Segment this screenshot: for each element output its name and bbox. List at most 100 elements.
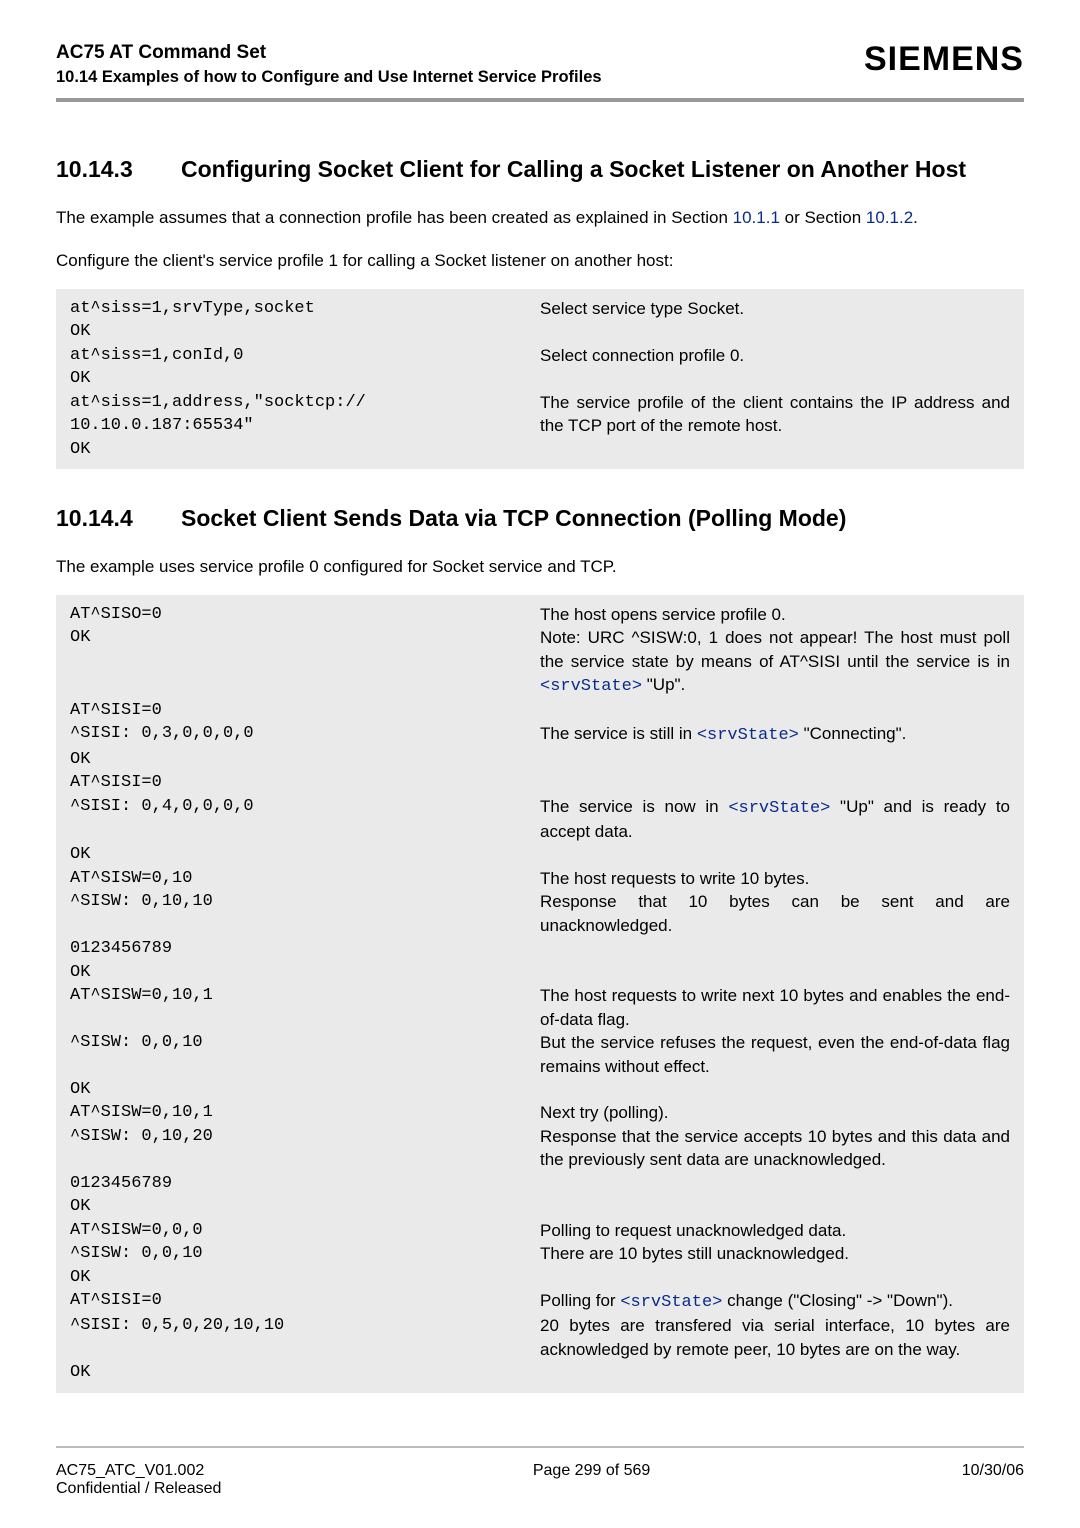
code-left: ^SISW: 0,10,20 <box>70 1125 540 1148</box>
header-left: AC75 AT Command Set 10.14 Examples of ho… <box>56 40 602 88</box>
code-row: OK <box>70 961 1010 984</box>
code-row: AT^SISI=0 <box>70 699 1010 722</box>
code-left: 0123456789 <box>70 937 540 960</box>
code-left: OK <box>70 1266 540 1289</box>
code-left: AT^SISW=0,10,1 <box>70 984 540 1007</box>
code-row: AT^SISW=0,0,0Polling to request unacknow… <box>70 1219 1010 1242</box>
code-left: at^siss=1,address,"socktcp:// 10.10.0.18… <box>70 391 540 438</box>
srvstate-param[interactable]: <srvState> <box>697 726 799 745</box>
srvstate-param[interactable]: <srvState> <box>728 799 830 818</box>
code-row: 0123456789 <box>70 1172 1010 1195</box>
code-left: ^SISI: 0,4,0,0,0,0 <box>70 795 540 818</box>
section-heading-10-14-4: 10.14.4 Socket Client Sends Data via TCP… <box>56 505 1024 532</box>
code-left: OK <box>70 1195 540 1218</box>
code-left: OK <box>70 748 540 771</box>
code-block-1: at^siss=1,srvType,socket Select service … <box>56 289 1024 469</box>
page-footer: AC75_ATC_V01.002 Confidential / Released… <box>56 1426 1024 1498</box>
code-comment: There are 10 bytes still unacknowledged. <box>540 1242 1010 1265</box>
footer-left-block: AC75_ATC_V01.002 Confidential / Released <box>56 1462 221 1498</box>
section-heading-10-14-3: 10.14.3 Configuring Socket Client for Ca… <box>56 156 1024 183</box>
brand-logo: SIEMENS <box>864 40 1024 79</box>
text: or Section <box>780 208 866 227</box>
section2-para1: The example uses service profile 0 confi… <box>56 556 1024 579</box>
link-10-1-2[interactable]: 10.1.2 <box>866 208 913 227</box>
code-comment: The service is now in <srvState> "Up" an… <box>540 795 1010 844</box>
code-left: 0123456789 <box>70 1172 540 1195</box>
footer-rule <box>56 1446 1024 1448</box>
code-left: ^SISW: 0,0,10 <box>70 1242 540 1265</box>
code-row: ^SISW: 0,0,10But the service refuses the… <box>70 1031 1010 1078</box>
code-row: ^SISI: 0,4,0,0,0,0The service is now in … <box>70 795 1010 844</box>
footer-date: 10/30/06 <box>962 1462 1024 1498</box>
code-left: AT^SISI=0 <box>70 771 540 794</box>
code-row: ^SISW: 0,10,10Response that 10 bytes can… <box>70 890 1010 937</box>
code-row: OKNote: URC ^SISW:0, 1 does not appear! … <box>70 626 1010 698</box>
code-left: AT^SISO=0 <box>70 603 540 626</box>
code-row: OK <box>70 320 1010 343</box>
code-comment: Response that the service accepts 10 byt… <box>540 1125 1010 1172</box>
code-comment: The host opens service profile 0. <box>540 603 1010 626</box>
text: Note: URC ^SISW:0, 1 does not appear! Th… <box>540 628 1010 670</box>
text: The example assumes that a connection pr… <box>56 208 733 227</box>
code-left: OK <box>70 438 540 461</box>
code-row: ^SISI: 0,3,0,0,0,0The service is still i… <box>70 722 1010 747</box>
srvstate-param[interactable]: <srvState> <box>540 677 642 696</box>
code-left: AT^SISW=0,0,0 <box>70 1219 540 1242</box>
code-left: ^SISI: 0,5,0,20,10,10 <box>70 1314 540 1337</box>
code-row: ^SISW: 0,0,10There are 10 bytes still un… <box>70 1242 1010 1265</box>
code-row: at^siss=1,srvType,socket Select service … <box>70 297 1010 320</box>
code-row: OK <box>70 1195 1010 1218</box>
code-row: ^SISW: 0,10,20Response that the service … <box>70 1125 1010 1172</box>
doc-title: AC75 AT Command Set <box>56 40 602 66</box>
code-comment: The service profile of the client contai… <box>540 391 1010 438</box>
code-row: OK <box>70 1266 1010 1289</box>
srvstate-param[interactable]: <srvState> <box>620 1293 722 1312</box>
link-10-1-1[interactable]: 10.1.1 <box>733 208 780 227</box>
code-row: OK <box>70 1361 1010 1384</box>
code-left: OK <box>70 1078 540 1101</box>
page-header: AC75 AT Command Set 10.14 Examples of ho… <box>56 40 1024 88</box>
header-rule <box>56 98 1024 102</box>
code-comment: 20 bytes are transfered via serial inter… <box>540 1314 1010 1361</box>
code-left: AT^SISW=0,10,1 <box>70 1101 540 1124</box>
code-row: OK <box>70 1078 1010 1101</box>
footer-page-number: Page 299 of 569 <box>533 1462 650 1498</box>
code-comment: Next try (polling). <box>540 1101 1010 1124</box>
code-left: OK <box>70 1361 540 1384</box>
code-row: at^siss=1,address,"socktcp:// 10.10.0.18… <box>70 391 1010 438</box>
doc-subtitle: 10.14 Examples of how to Configure and U… <box>56 66 602 88</box>
text: The service is still in <box>540 724 697 743</box>
code-row: AT^SISI=0 <box>70 771 1010 794</box>
code-left: OK <box>70 961 540 984</box>
code-comment: Select service type Socket. <box>540 297 1010 320</box>
code-comment: The service is still in <srvState> "Conn… <box>540 722 1010 747</box>
code-row: OK <box>70 367 1010 390</box>
code-row: AT^SISW=0,10,1The host requests to write… <box>70 984 1010 1031</box>
footer-doc-id: AC75_ATC_V01.002 <box>56 1462 221 1480</box>
code-row: AT^SISW=0,10,1Next try (polling). <box>70 1101 1010 1124</box>
code-comment: Note: URC ^SISW:0, 1 does not appear! Th… <box>540 626 1010 698</box>
code-row: OK <box>70 438 1010 461</box>
text: "Connecting". <box>799 724 907 743</box>
footer-confidential: Confidential / Released <box>56 1480 221 1498</box>
text: The service is now in <box>540 797 728 816</box>
code-block-2: AT^SISO=0The host opens service profile … <box>56 595 1024 1393</box>
code-left: OK <box>70 626 540 649</box>
code-row: at^siss=1,conId,0 Select connection prof… <box>70 344 1010 367</box>
section-title: Configuring Socket Client for Calling a … <box>181 156 1024 183</box>
code-comment: The host requests to write next 10 bytes… <box>540 984 1010 1031</box>
code-comment: Response that 10 bytes can be sent and a… <box>540 890 1010 937</box>
page: AC75 AT Command Set 10.14 Examples of ho… <box>0 0 1080 1528</box>
section-number: 10.14.4 <box>56 505 181 532</box>
text: "Up". <box>642 675 685 694</box>
code-row: AT^SISW=0,10The host requests to write 1… <box>70 867 1010 890</box>
code-row: AT^SISO=0The host opens service profile … <box>70 603 1010 626</box>
section-number: 10.14.3 <box>56 156 181 183</box>
code-row: OK <box>70 843 1010 866</box>
section-title: Socket Client Sends Data via TCP Connect… <box>181 505 1024 532</box>
footer-left: AC75_ATC_V01.002 Confidential / Released… <box>56 1446 1024 1498</box>
section1-para1: The example assumes that a connection pr… <box>56 207 1024 230</box>
code-left: at^siss=1,conId,0 <box>70 344 540 367</box>
code-left: ^SISI: 0,3,0,0,0,0 <box>70 722 540 745</box>
code-left: AT^SISI=0 <box>70 1289 540 1312</box>
